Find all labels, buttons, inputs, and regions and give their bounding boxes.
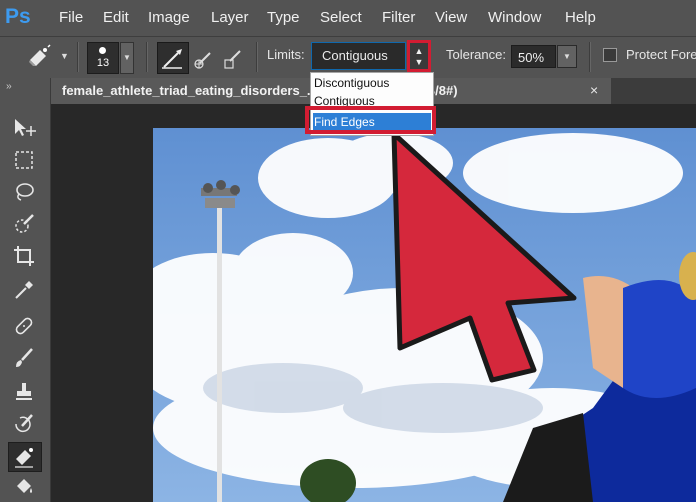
- menu-type[interactable]: Type: [267, 8, 300, 28]
- clone-stamp-tool[interactable]: [8, 378, 40, 406]
- tolerance-slider-chevron-icon[interactable]: ▼: [557, 45, 577, 68]
- panel-collapse-icon[interactable]: ››: [6, 81, 12, 92]
- limits-select-arrow[interactable]: ▲ ▼: [407, 40, 431, 72]
- tolerance-input[interactable]: 50%: [511, 45, 556, 68]
- menu-layer[interactable]: Layer: [211, 8, 249, 28]
- paint-bucket-tool[interactable]: [8, 474, 40, 502]
- chevron-up-icon: ▲: [414, 46, 424, 56]
- separator: [77, 42, 79, 72]
- eraser-icon: [15, 448, 33, 468]
- menu-image[interactable]: Image: [148, 8, 190, 28]
- eyedropper-icon: [15, 281, 33, 299]
- close-icon[interactable]: ×: [590, 82, 598, 98]
- limits-select[interactable]: Contiguous: [311, 42, 406, 70]
- protect-foreground-checkbox[interactable]: [603, 48, 617, 62]
- clone-stamp-icon: [16, 383, 32, 400]
- move-tool[interactable]: [8, 114, 40, 142]
- history-brush-tool[interactable]: [8, 410, 40, 438]
- menu-select[interactable]: Select: [320, 8, 362, 28]
- quick-selection-icon: [15, 214, 34, 233]
- healing-brush-icon: [15, 317, 33, 335]
- sampling-once-icon[interactable]: [190, 43, 218, 71]
- menu-edit[interactable]: Edit: [103, 8, 129, 28]
- quick-selection-tool[interactable]: [8, 210, 40, 238]
- photoshop-logo: Ps: [5, 5, 31, 28]
- menu-filter[interactable]: Filter: [382, 8, 415, 28]
- move-icon: [15, 119, 36, 136]
- menu-file[interactable]: File: [59, 8, 83, 28]
- tool-preset-chevron-icon[interactable]: ▼: [60, 51, 69, 61]
- lasso-icon: [16, 183, 34, 201]
- separator: [589, 42, 591, 72]
- separator: [256, 42, 258, 72]
- brush-size-value: 13: [96, 57, 110, 69]
- background-eraser-icon[interactable]: [26, 44, 51, 68]
- crop-tool[interactable]: [8, 242, 40, 270]
- separator: [146, 42, 148, 72]
- sampling-background-swatch-icon[interactable]: [220, 43, 248, 71]
- menu-window[interactable]: Window: [488, 8, 541, 28]
- annotation-highlight-box: [305, 106, 436, 134]
- menu-view[interactable]: View: [435, 8, 467, 28]
- limits-label: Limits:: [267, 47, 305, 62]
- paint-bucket-icon: [17, 479, 32, 493]
- healing-brush-tool[interactable]: [8, 312, 40, 340]
- lasso-tool[interactable]: [8, 178, 40, 206]
- marquee-icon: [15, 151, 33, 169]
- dropdown-option-discontiguous[interactable]: Discontiguous: [314, 76, 389, 90]
- sampling-continuous-icon[interactable]: [157, 42, 189, 74]
- brush-tool[interactable]: [8, 344, 40, 372]
- marquee-tool[interactable]: [8, 146, 40, 174]
- brush-preset-picker[interactable]: 13: [87, 42, 119, 74]
- brush-icon: [16, 348, 33, 367]
- protect-foreground-label: Protect Foreg: [626, 47, 696, 62]
- crop-icon: [14, 246, 34, 266]
- annotation-arrow-icon: [391, 131, 577, 383]
- chevron-down-icon: ▼: [414, 57, 424, 67]
- eyedropper-tool[interactable]: [8, 276, 40, 304]
- tolerance-label: Tolerance:: [446, 47, 506, 62]
- background-eraser-tool[interactable]: [8, 442, 42, 472]
- brush-tip-icon: [99, 47, 106, 54]
- brush-picker-chevron-icon[interactable]: ▼: [120, 42, 134, 74]
- menu-help[interactable]: Help: [565, 8, 596, 28]
- history-brush-icon: [15, 414, 33, 433]
